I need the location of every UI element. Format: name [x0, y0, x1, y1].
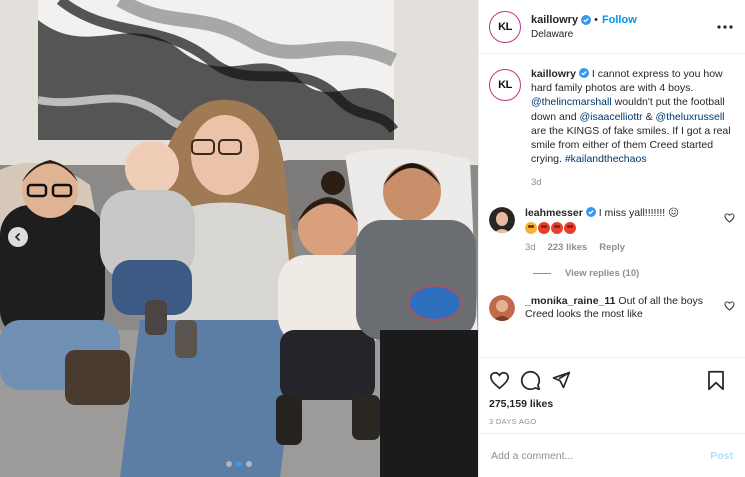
heart-eyes-emoji-icon	[538, 221, 550, 234]
comments-list[interactable]: KL kaillowry I cannot express to you how…	[479, 55, 745, 357]
author-avatar[interactable]: KL	[489, 10, 521, 43]
mention-link[interactable]: @thelincmarshall	[531, 96, 612, 108]
caption-timestamp[interactable]: 3d	[531, 176, 731, 190]
like-comment-heart-icon[interactable]	[724, 213, 735, 223]
avatar-initials: KL	[498, 20, 512, 33]
replies-divider	[533, 272, 551, 274]
comment-text: I miss yall!!!!!!! 😖	[595, 206, 680, 219]
commenter-avatar[interactable]	[489, 294, 515, 321]
like-button[interactable]	[489, 371, 510, 390]
avatar-initials: KL	[498, 79, 512, 91]
family-photo-image	[0, 0, 478, 477]
crying-emoji-icon	[525, 221, 537, 234]
caption-text: &	[642, 110, 656, 123]
heart-eyes-emoji-icon	[564, 221, 576, 234]
chevron-left-icon	[14, 232, 21, 242]
post-comment-button[interactable]: Post	[710, 450, 733, 462]
avatar-image	[489, 206, 515, 233]
post-header: KL kaillowry • Follow Delaware	[479, 0, 745, 54]
carousel-dot	[246, 461, 252, 467]
comment-emojis	[525, 221, 715, 234]
view-replies-button[interactable]: View replies (10)	[533, 268, 735, 279]
caption-username[interactable]: kaillowry	[531, 68, 576, 80]
author-username[interactable]: kaillowry	[531, 14, 578, 26]
carousel-indicator	[0, 461, 478, 467]
add-comment-bar: Post	[479, 433, 745, 477]
verified-badge-icon	[585, 206, 596, 217]
hashtag-link[interactable]: #kailandthechaos	[565, 153, 647, 165]
carousel-previous-button[interactable]	[8, 227, 28, 247]
share-button[interactable]	[551, 370, 571, 390]
carousel-dot-active	[236, 461, 242, 467]
heart-eyes-emoji-icon	[551, 221, 563, 234]
follow-separator: •	[594, 13, 598, 26]
add-comment-input[interactable]	[491, 449, 711, 462]
heart-icon	[489, 371, 510, 389]
mention-link[interactable]: @theluxrussell	[656, 111, 725, 123]
caption-author-avatar[interactable]: KL	[489, 69, 521, 101]
mention-link[interactable]: @isaacelliottr	[579, 111, 642, 123]
comment-item: _monika_raine_11 Out of all the boys Cre…	[489, 294, 735, 321]
reply-button[interactable]: Reply	[599, 241, 625, 254]
follow-button[interactable]: Follow	[602, 14, 637, 26]
comment-item: leahmesser I miss yall!!!!!!! 😖 3d 223 l…	[489, 206, 735, 254]
commenter-avatar[interactable]	[489, 206, 515, 233]
post-date[interactable]: 3 DAYS AGO	[489, 417, 735, 426]
like-comment-heart-icon[interactable]	[724, 301, 735, 311]
view-replies-label: View replies (10)	[565, 267, 640, 279]
save-button[interactable]	[707, 370, 725, 391]
more-horizontal-icon	[717, 24, 733, 29]
avatar-image	[489, 294, 515, 321]
post-photo[interactable]	[0, 0, 478, 477]
post-caption: KL kaillowry I cannot express to you how…	[489, 67, 735, 191]
verified-badge-icon	[581, 14, 592, 25]
verified-badge-icon	[578, 68, 589, 78]
bookmark-icon	[708, 370, 724, 390]
commenter-username[interactable]: leahmesser	[525, 207, 583, 219]
comment-likes[interactable]: 223 likes	[548, 241, 588, 254]
more-options-button[interactable]	[715, 24, 735, 29]
post-side-panel: KL kaillowry • Follow Delaware KL kaillo…	[478, 0, 745, 477]
comment-timestamp[interactable]: 3d	[525, 241, 536, 254]
carousel-dot	[226, 461, 232, 467]
post-location[interactable]: Delaware	[531, 29, 715, 40]
likes-count[interactable]: 275,159 likes	[489, 398, 735, 410]
comment-button[interactable]	[520, 370, 541, 391]
post-actions: 275,159 likes 3 DAYS AGO	[479, 357, 745, 433]
commenter-username[interactable]: _monika_raine_11	[525, 295, 615, 307]
paper-plane-icon	[552, 371, 571, 389]
comment-bubble-icon	[520, 370, 541, 390]
